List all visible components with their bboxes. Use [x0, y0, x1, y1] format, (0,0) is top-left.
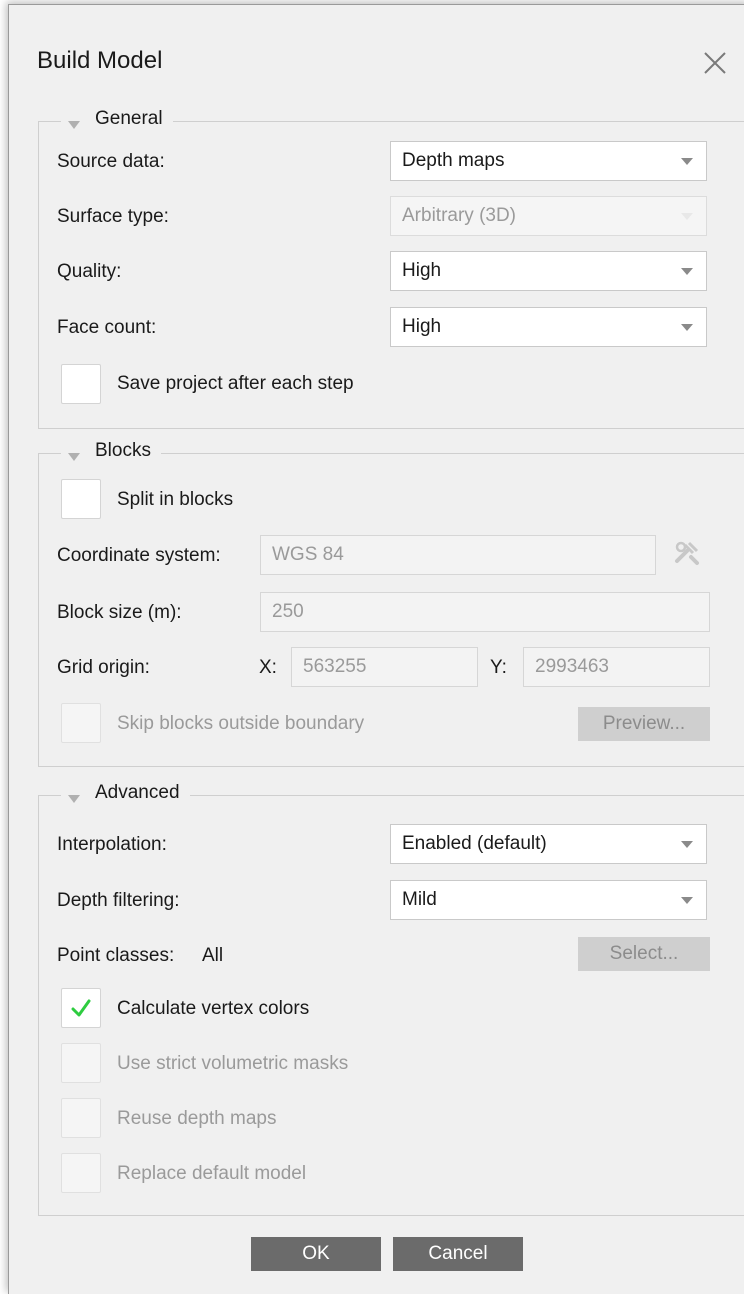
reuse-depth-maps-label: Reuse depth maps: [117, 1108, 277, 1129]
grid-origin-x-field[interactable]: 563255: [291, 647, 478, 687]
face-count-value: High: [402, 316, 442, 337]
grid-origin-x-value: 563255: [303, 656, 367, 677]
blocks-legend[interactable]: Blocks: [61, 440, 161, 462]
split-in-blocks-checkbox[interactable]: [61, 479, 101, 519]
coordinate-system-field[interactable]: WGS 84: [260, 535, 656, 575]
interpolation-select[interactable]: Enabled (default): [390, 824, 707, 864]
tools-icon[interactable]: [671, 537, 701, 567]
grid-origin-label: Grid origin:: [57, 657, 150, 678]
collapse-arrow-icon: [67, 114, 81, 129]
check-icon: [71, 999, 91, 1017]
advanced-legend[interactable]: Advanced: [61, 782, 190, 804]
calculate-vertex-colors-label: Calculate vertex colors: [117, 998, 310, 1019]
replace-default-model-checkbox[interactable]: [61, 1153, 101, 1193]
point-classes-label: Point classes:: [57, 945, 175, 966]
preview-button[interactable]: Preview...: [578, 707, 710, 741]
chevron-down-icon: [681, 158, 693, 166]
close-icon[interactable]: [697, 45, 733, 81]
chevron-down-icon: [681, 841, 693, 849]
chevron-down-icon: [681, 897, 693, 905]
ok-button[interactable]: OK: [251, 1237, 381, 1271]
grid-origin-y-label: Y:: [490, 657, 507, 678]
quality-value: High: [402, 260, 442, 281]
block-size-value: 250: [272, 601, 304, 622]
general-legend-label: General: [95, 108, 163, 129]
point-classes-value: All: [202, 945, 224, 966]
build-model-dialog: Build Model General Source data: Depth m…: [8, 4, 744, 1294]
dialog-title: Build Model: [37, 47, 163, 74]
collapse-arrow-icon: [67, 788, 81, 803]
depth-filtering-select[interactable]: Mild: [390, 880, 707, 920]
select-button[interactable]: Select...: [578, 937, 710, 971]
surface-type-select[interactable]: Arbitrary (3D): [390, 196, 707, 236]
cancel-button[interactable]: Cancel: [393, 1237, 523, 1271]
general-legend[interactable]: General: [61, 108, 173, 130]
source-data-value: Depth maps: [402, 150, 505, 171]
block-size-label: Block size (m):: [57, 602, 182, 623]
blocks-legend-label: Blocks: [95, 440, 151, 461]
quality-label: Quality:: [57, 261, 122, 282]
source-data-label: Source data:: [57, 151, 165, 172]
strict-volumetric-masks-checkbox[interactable]: [61, 1043, 101, 1083]
save-project-label: Save project after each step: [117, 373, 354, 394]
surface-type-label: Surface type:: [57, 206, 169, 227]
grid-origin-y-value: 2993463: [535, 656, 609, 677]
interpolation-value: Enabled (default): [402, 833, 547, 854]
face-count-select[interactable]: High: [390, 307, 707, 347]
replace-default-model-label: Replace default model: [117, 1163, 307, 1184]
block-size-field[interactable]: 250: [260, 592, 710, 632]
grid-origin-y-field[interactable]: 2993463: [523, 647, 710, 687]
chevron-down-icon: [681, 268, 693, 276]
skip-blocks-label: Skip blocks outside boundary: [117, 713, 365, 734]
surface-type-value: Arbitrary (3D): [402, 205, 517, 226]
strict-volumetric-masks-label: Use strict volumetric masks: [117, 1053, 349, 1074]
depth-filtering-value: Mild: [402, 889, 437, 910]
source-data-select[interactable]: Depth maps: [390, 141, 707, 181]
reuse-depth-maps-checkbox[interactable]: [61, 1098, 101, 1138]
chevron-down-icon: [681, 213, 693, 221]
advanced-legend-label: Advanced: [95, 782, 180, 803]
skip-blocks-checkbox[interactable]: [61, 703, 101, 743]
depth-filtering-label: Depth filtering:: [57, 890, 180, 911]
coordinate-system-value: WGS 84: [272, 544, 344, 565]
coordinate-system-label: Coordinate system:: [57, 545, 221, 566]
split-in-blocks-label: Split in blocks: [117, 489, 234, 510]
collapse-arrow-icon: [67, 446, 81, 461]
face-count-label: Face count:: [57, 317, 157, 338]
quality-select[interactable]: High: [390, 251, 707, 291]
calculate-vertex-colors-checkbox[interactable]: [61, 988, 101, 1028]
interpolation-label: Interpolation:: [57, 834, 167, 855]
chevron-down-icon: [681, 324, 693, 332]
save-project-checkbox[interactable]: [61, 364, 101, 404]
grid-origin-x-label: X:: [259, 657, 277, 678]
